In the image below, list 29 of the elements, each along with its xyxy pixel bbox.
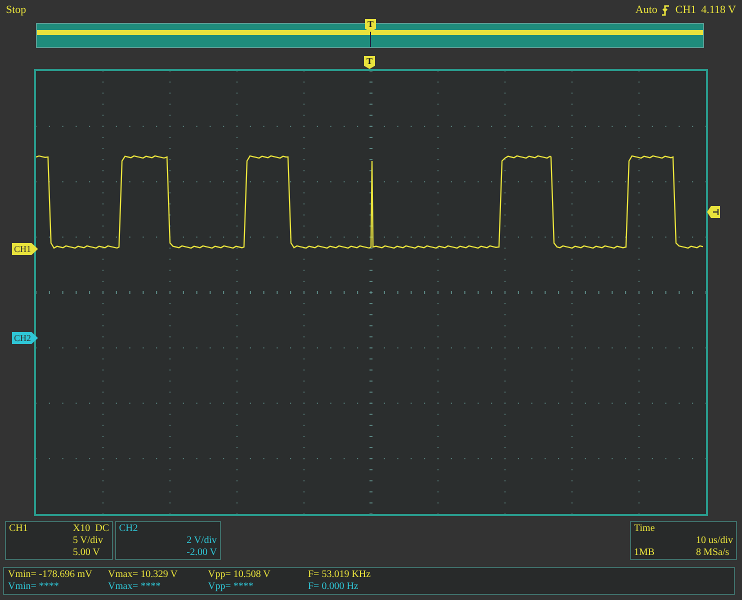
vertical-scale: 5 V/div — [72, 535, 104, 547]
measurement-value: Vmin= -178.696 mV — [8, 569, 94, 581]
measurement-value: Vmin= **** — [8, 581, 60, 593]
measurement-value: Vpp= 10.508 V — [208, 569, 272, 581]
sample-rate: 8 MSa/s — [696, 547, 730, 559]
rising-edge-icon — [662, 4, 670, 16]
trigger-position-marker: T — [364, 56, 375, 69]
vertical-scale: 2 V/div — [186, 535, 217, 547]
vertical-offset: -2.00 V — [186, 547, 217, 559]
memory-depth: 1MB — [634, 547, 656, 559]
timebase-title: Time — [634, 523, 656, 535]
channel-name: CH1 — [9, 523, 29, 535]
channel-name: CH2 — [119, 523, 139, 535]
measurement-value: F= 0.000 Hz — [308, 581, 360, 593]
measurement-value: Vmax= **** — [108, 581, 162, 593]
trigger-level: 4.118 V — [701, 4, 736, 16]
probe-attenuation: X10 — [72, 523, 90, 535]
measurement-value: Vmax= 10.329 V — [108, 569, 179, 581]
ch1-level-marker: CH1 — [12, 243, 38, 255]
trigger-source: CH1 — [675, 4, 696, 16]
ch2-level-marker: CH2 — [12, 332, 38, 344]
time-scale: 10 us/div — [696, 535, 733, 547]
coupling-mode: DC — [95, 523, 109, 535]
run-status: Stop — [6, 4, 26, 16]
trigger-position-marker: T — [365, 19, 376, 32]
measurement-value: Vpp= **** — [208, 581, 254, 593]
measurement-value: F= 53.019 KHz — [308, 569, 372, 581]
trigger-mode: Auto — [635, 4, 658, 16]
vertical-offset: 5.00 V — [72, 547, 101, 559]
